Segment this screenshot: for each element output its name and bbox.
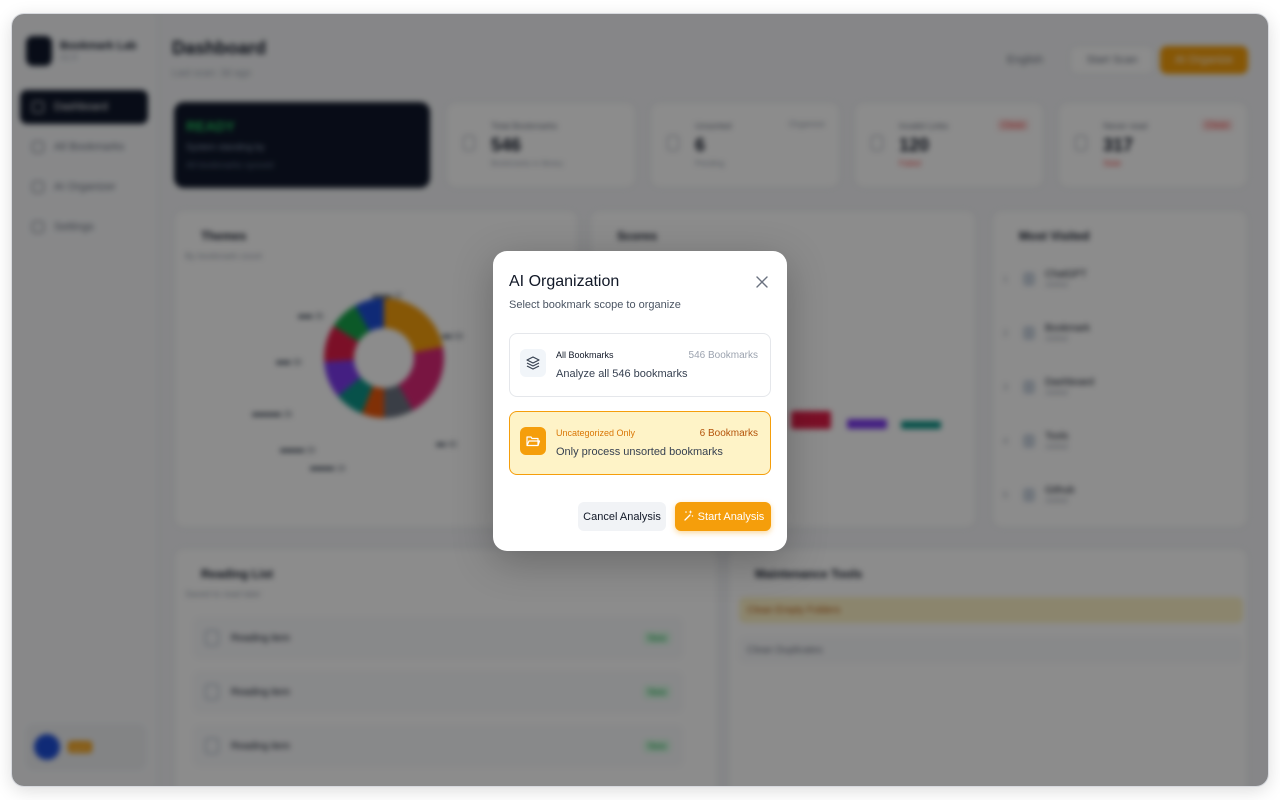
ai-organization-dialog: AI Organization Select bookmark scope to… bbox=[493, 251, 787, 551]
start-analysis-button[interactable]: Start Analysis bbox=[675, 502, 771, 531]
option-title: All Bookmarks bbox=[556, 350, 614, 360]
close-icon[interactable] bbox=[753, 273, 771, 291]
option-title: Uncategorized Only bbox=[556, 428, 636, 438]
sparkle-icon bbox=[682, 509, 694, 524]
option-count: 6 Bookmarks bbox=[699, 428, 758, 439]
option-uncategorized-only[interactable]: Uncategorized Only Only process unsorted… bbox=[509, 411, 771, 475]
option-description: Only process unsorted bookmarks bbox=[556, 446, 723, 458]
layers-icon bbox=[520, 349, 546, 377]
option-all-bookmarks[interactable]: All Bookmarks Analyze all 546 bookmarks … bbox=[509, 333, 771, 397]
option-description: Analyze all 546 bookmarks bbox=[556, 368, 688, 380]
dialog-subtitle: Select bookmark scope to organize bbox=[509, 299, 681, 311]
dialog-title: AI Organization bbox=[509, 273, 620, 290]
folder-open-icon bbox=[520, 427, 546, 455]
cancel-analysis-button[interactable]: Cancel Analysis bbox=[578, 502, 666, 531]
option-count: 546 Bookmarks bbox=[688, 350, 758, 361]
start-analysis-label: Start Analysis bbox=[697, 510, 765, 523]
